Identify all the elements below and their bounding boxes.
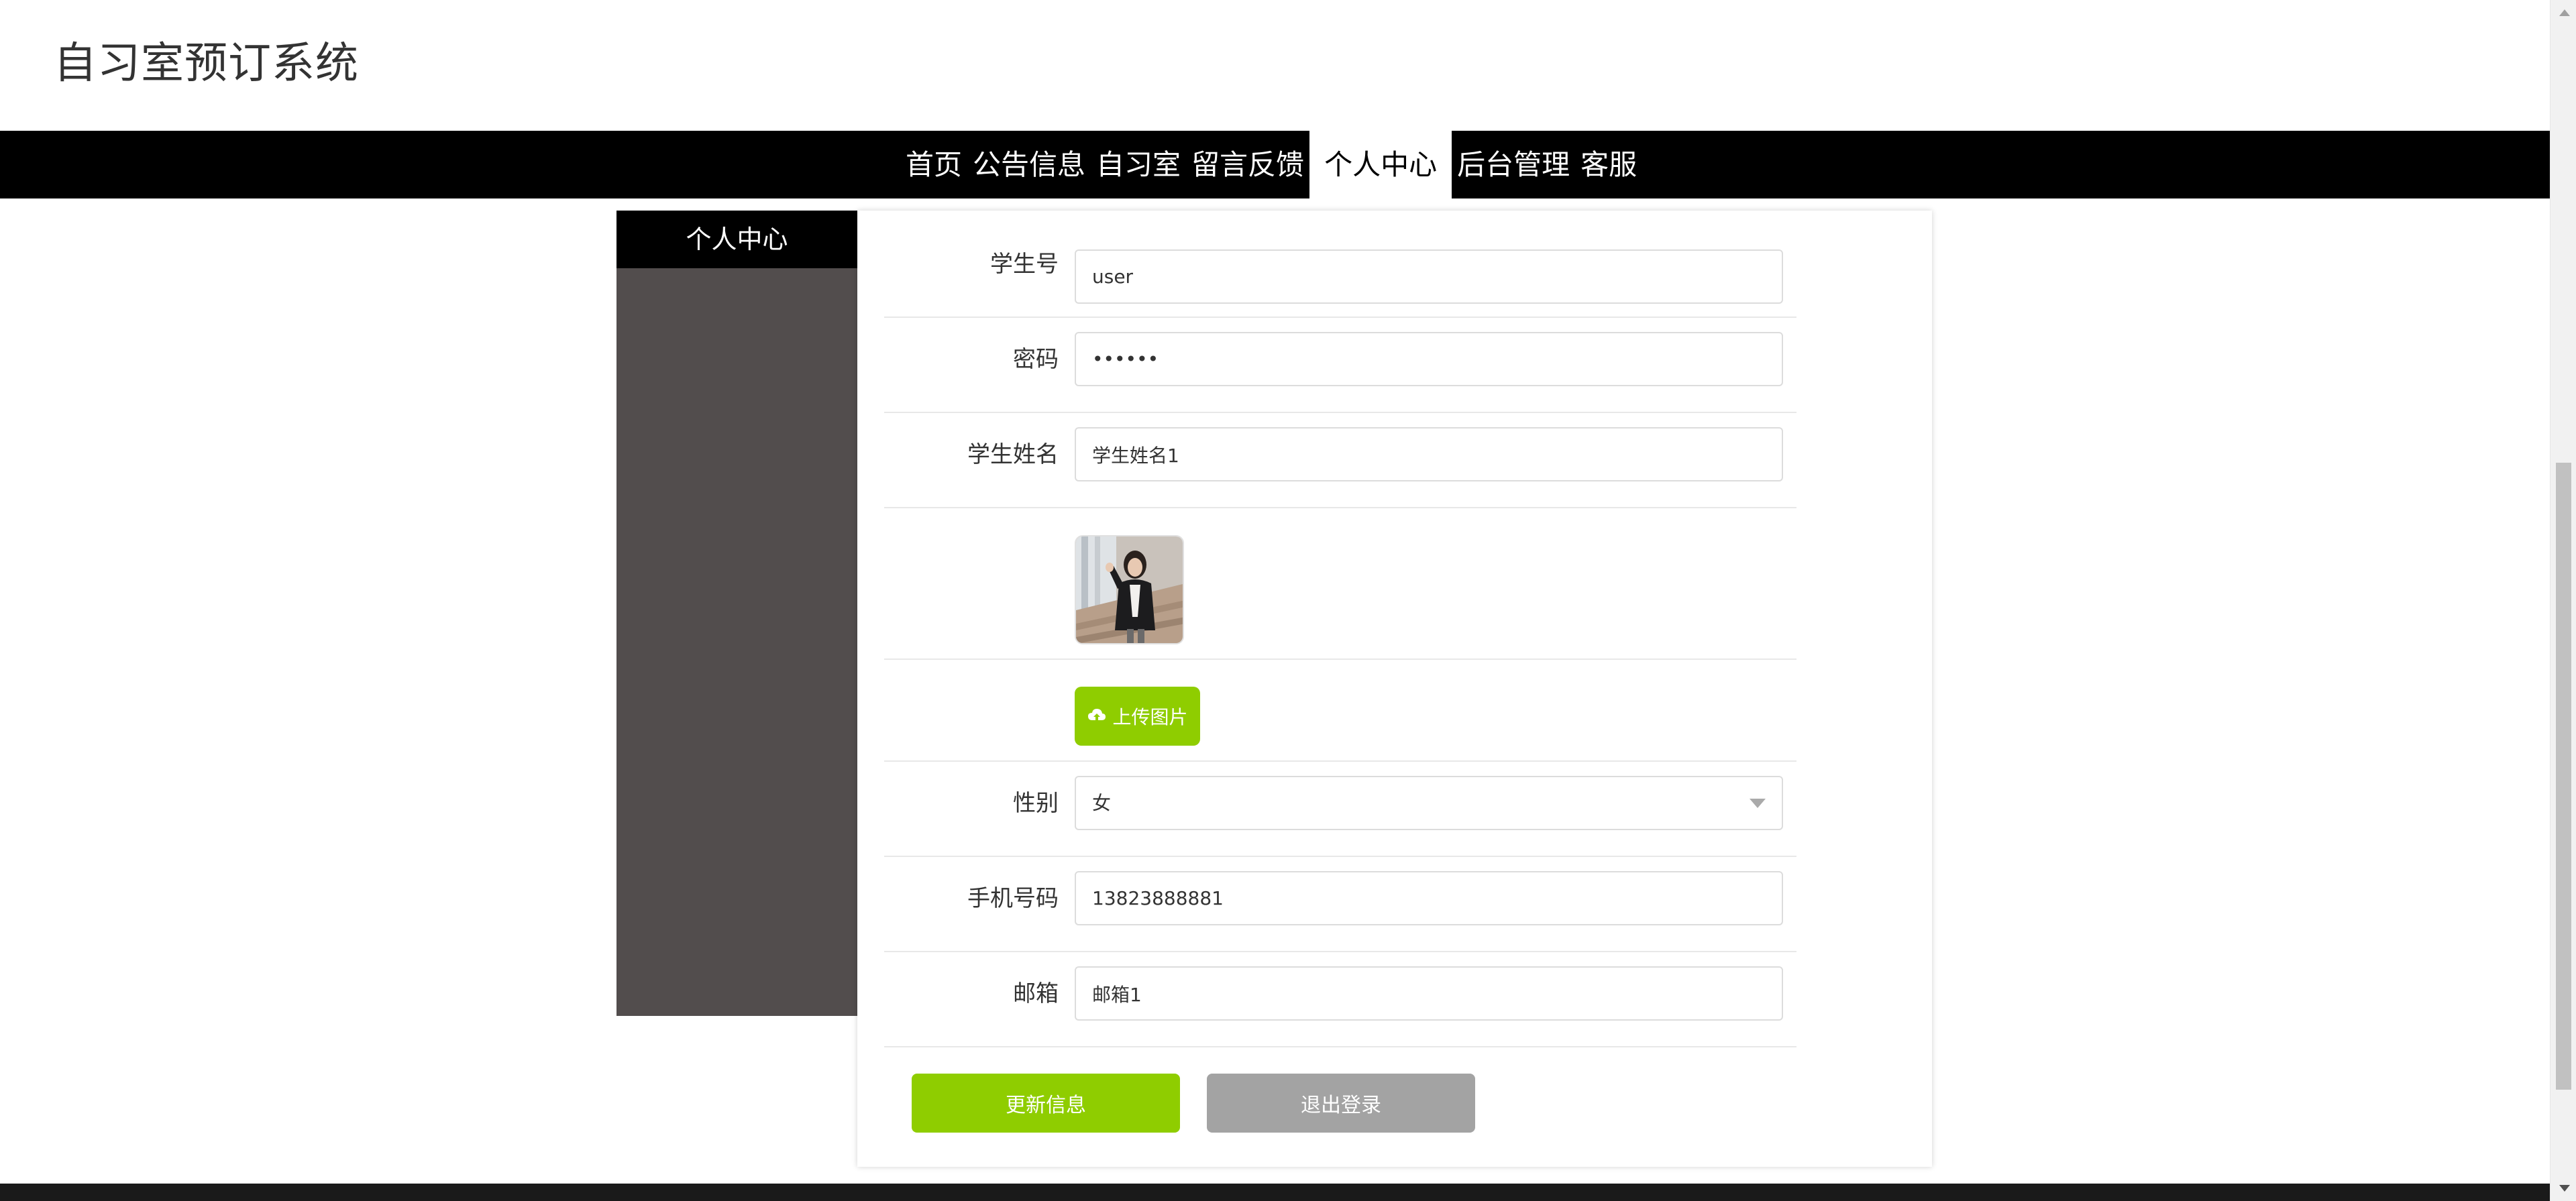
upload-image-button[interactable]: 上传图片 — [1075, 687, 1200, 746]
page: 自习室预订系统 首页 公告信息 自习室 留言反馈 个人中心 后台管理 客服 个人… — [0, 0, 2550, 1201]
scroll-thumb[interactable] — [2556, 463, 2571, 1090]
scroll-up-arrow-icon[interactable] — [2559, 9, 2570, 16]
vertical-scrollbar[interactable] — [2550, 0, 2576, 1201]
form-row-student-id: 学生号 — [884, 211, 1796, 318]
password-input[interactable]: •••••• — [1075, 332, 1783, 386]
gender-selected-value: 女 — [1092, 792, 1112, 814]
student-id-input[interactable] — [1075, 249, 1783, 304]
form-row-password: 密码 •••••• — [884, 318, 1796, 413]
chevron-down-icon — [1750, 799, 1766, 808]
scroll-down-arrow-icon[interactable] — [2559, 1185, 2570, 1192]
form-row-upload: 上传图片 — [884, 660, 1796, 762]
nav-item-personal-center[interactable]: 个人中心 — [1309, 131, 1452, 198]
nav-items: 首页 公告信息 自习室 留言反馈 个人中心 后台管理 客服 — [900, 131, 1642, 198]
nav-item-admin[interactable]: 后台管理 — [1452, 131, 1575, 198]
student-id-label: 学生号 — [990, 251, 1059, 278]
nav-item-home[interactable]: 首页 — [900, 131, 967, 198]
email-input[interactable] — [1075, 966, 1783, 1021]
update-info-button[interactable]: 更新信息 — [912, 1074, 1180, 1133]
avatar-image — [1075, 535, 1184, 644]
profile-form-panel: 学生号 密码 •••••• 学生姓名 — [857, 211, 1932, 1167]
cloud-upload-icon — [1087, 705, 1107, 728]
email-label: 邮箱 — [1013, 980, 1059, 1007]
form-row-phone: 手机号码 — [884, 857, 1796, 952]
form-row-gender: 性别 女 — [884, 762, 1796, 857]
sidebar: 个人中心 — [616, 211, 857, 1016]
upload-button-label: 上传图片 — [1112, 706, 1188, 728]
nav-item-feedback[interactable]: 留言反馈 — [1186, 131, 1309, 198]
gender-label: 性别 — [1013, 790, 1059, 817]
nav-item-customer-service[interactable]: 客服 — [1575, 131, 1642, 198]
gender-select[interactable]: 女 — [1075, 776, 1783, 830]
footer — [0, 1184, 2550, 1201]
nav-item-announcements[interactable]: 公告信息 — [967, 131, 1091, 198]
student-name-label: 学生姓名 — [967, 441, 1059, 468]
phone-label: 手机号码 — [967, 885, 1059, 912]
main-nav: 首页 公告信息 自习室 留言反馈 个人中心 后台管理 客服 — [0, 131, 2550, 198]
password-label: 密码 — [1013, 346, 1059, 373]
logout-button[interactable]: 退出登录 — [1207, 1074, 1475, 1133]
nav-item-study-rooms[interactable]: 自习室 — [1091, 131, 1186, 198]
form-row-email: 邮箱 — [884, 952, 1796, 1047]
form-row-student-name: 学生姓名 — [884, 413, 1796, 508]
student-name-input[interactable] — [1075, 427, 1783, 481]
site-title: 自习室预订系统 — [54, 39, 359, 89]
phone-input[interactable] — [1075, 871, 1783, 925]
form-row-avatar — [884, 508, 1796, 660]
sidebar-title[interactable]: 个人中心 — [616, 211, 857, 268]
avatar-photo — [1076, 536, 1183, 643]
